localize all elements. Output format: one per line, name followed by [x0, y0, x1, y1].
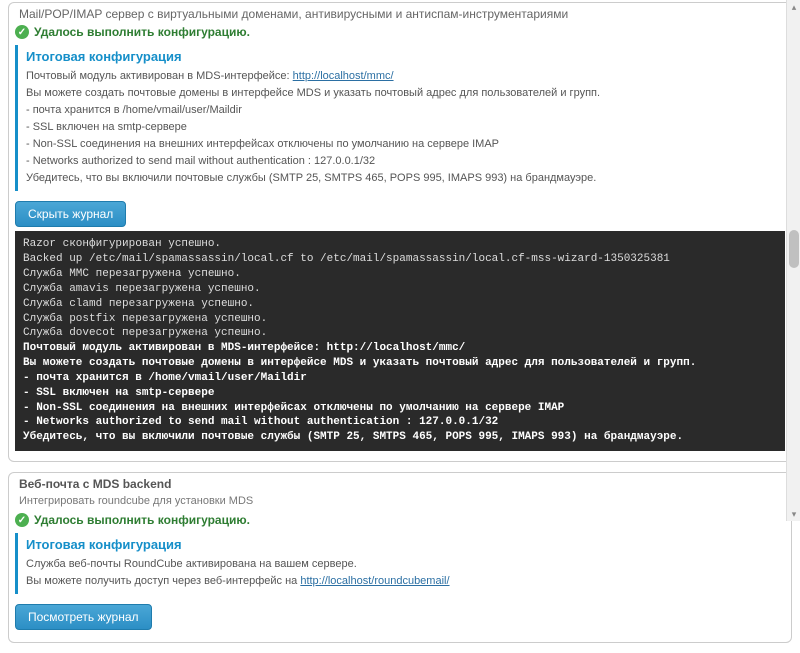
config-line: Вы можете получить доступ через веб-инте… — [26, 573, 777, 590]
hide-log-button[interactable]: Скрыть журнал — [15, 201, 126, 227]
scrollbar-thumb[interactable] — [789, 230, 799, 268]
config-line: Служба веб-почты RoundCube активирована … — [26, 556, 777, 573]
show-log-button[interactable]: Посмотреть журнал — [15, 604, 152, 630]
log-line: - почта хранится в /home/vmail/user/Mail… — [23, 372, 307, 384]
log-line: Почтовый модуль активирован в MDS-интерф… — [23, 342, 465, 354]
mail-server-panel: Mail/POP/IMAP сервер с виртуальными доме… — [8, 2, 792, 462]
roundcube-link[interactable]: http://localhost/roundcubemail/ — [300, 575, 449, 587]
log-line: Служба amavis перезагружена успешно. — [23, 283, 261, 295]
log-line: - SSL включен на smtp-сервере — [23, 387, 214, 399]
log-line: Служба MMC перезагружена успешно. — [23, 268, 241, 280]
log-line: - Non-SSL соединения на внешних интерфей… — [23, 402, 564, 414]
config-heading: Итоговая конфигурация — [26, 49, 777, 68]
success-text: Удалось выполнить конфигурацию. — [34, 25, 250, 39]
config-line: - почта хранится в /home/vmail/user/Mail… — [26, 102, 777, 119]
log-line: Служба dovecot перезагружена успешно. — [23, 327, 267, 339]
final-config-block: Итоговая конфигурация Служба веб-почты R… — [15, 533, 785, 594]
config-line: Почтовый модуль активирован в MDS-интерф… — [26, 68, 777, 85]
log-line: Убедитесь, что вы включили почтовые служ… — [23, 431, 683, 443]
panel-title: Mail/POP/IMAP сервер с виртуальными доме… — [9, 3, 791, 23]
check-icon: ✓ — [15, 513, 29, 527]
final-config-block: Итоговая конфигурация Почтовый модуль ак… — [15, 45, 785, 191]
config-heading: Итоговая конфигурация — [26, 537, 777, 556]
config-line: - Networks authorized to send mail witho… — [26, 153, 777, 170]
mmc-link[interactable]: http://localhost/mmc/ — [293, 70, 394, 82]
text: Почтовый модуль активирован в MDS-интерф… — [26, 70, 293, 82]
log-line: Служба postfix перезагружена успешно. — [23, 313, 267, 325]
success-row: ✓ Удалось выполнить конфигурацию. — [9, 23, 791, 43]
config-line: - Non-SSL соединения на внешних интерфей… — [26, 136, 777, 153]
panel-subtitle: Интегрировать roundcube для установки MD… — [9, 493, 791, 511]
success-row: ✓ Удалось выполнить конфигурацию. — [9, 511, 791, 531]
config-line: Убедитесь, что вы включили почтовые служ… — [26, 170, 777, 187]
page-scrollbar[interactable]: ▴ ▾ — [786, 0, 800, 521]
webmail-panel: Веб-почта с MDS backend Интегрировать ro… — [8, 472, 792, 643]
success-text: Удалось выполнить конфигурацию. — [34, 513, 250, 527]
text: Вы можете получить доступ через веб-инте… — [26, 575, 300, 587]
log-line: Backed up /etc/mail/spamassassin/local.c… — [23, 253, 670, 265]
log-terminal: Razor сконфигурирован успешно. Backed up… — [15, 231, 785, 451]
config-line: Вы можете создать почтовые домены в инте… — [26, 85, 777, 102]
log-line: Razor сконфигурирован успешно. — [23, 238, 221, 250]
log-line: Служба clamd перезагружена успешно. — [23, 298, 254, 310]
config-line: - SSL включен на smtp-сервере — [26, 119, 777, 136]
panel-title: Веб-почта с MDS backend — [9, 473, 791, 493]
check-icon: ✓ — [15, 25, 29, 39]
scroll-up-icon[interactable]: ▴ — [787, 0, 800, 14]
log-line: Вы можете создать почтовые домены в инте… — [23, 357, 696, 369]
scroll-down-icon[interactable]: ▾ — [787, 507, 800, 521]
log-line: - Networks authorized to send mail witho… — [23, 416, 498, 428]
